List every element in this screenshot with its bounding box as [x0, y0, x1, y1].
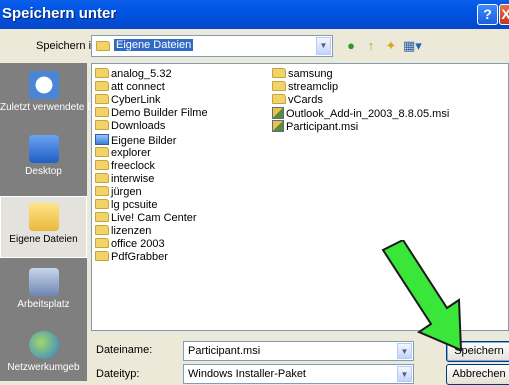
- list-item[interactable]: vCards: [272, 94, 323, 107]
- list-item[interactable]: interwise: [95, 172, 155, 186]
- list-item[interactable]: Demo Builder Filme: [95, 107, 208, 120]
- folder-icon: [95, 146, 109, 157]
- list-item-label: Downloads: [111, 120, 166, 133]
- place-label: Zuletzt verwendete D...: [0, 102, 103, 113]
- new-folder-icon[interactable]: ✦: [382, 38, 400, 54]
- place-label: Netzwerkumgeb: [7, 362, 80, 373]
- clock-icon: [28, 71, 59, 99]
- list-item-label: office 2003: [111, 238, 165, 251]
- list-item-label: vCards: [288, 94, 323, 107]
- folder-icon: [95, 225, 109, 236]
- computer-icon: [28, 268, 59, 296]
- folder-icon: [95, 159, 109, 170]
- list-item[interactable]: Outlook_Add-in_2003_8.8.05.msi: [272, 107, 449, 120]
- list-item-label: jürgen: [111, 185, 142, 198]
- list-item[interactable]: att connect: [95, 81, 165, 94]
- list-item-label: explorer: [111, 146, 151, 159]
- list-item-label: lg pcsuite: [111, 199, 158, 211]
- list-item-label: lizenzen: [111, 225, 152, 238]
- filename-value: Participant.msi: [188, 345, 261, 357]
- list-item[interactable]: freeclock: [95, 159, 156, 173]
- list-item-label: CyberLink: [111, 94, 161, 107]
- folder-icon: [95, 107, 109, 118]
- up-folder-icon[interactable]: ↑: [362, 38, 380, 54]
- folder-icon: [95, 172, 109, 183]
- folder-icon: [272, 81, 286, 92]
- list-item-label: Demo Builder Filme: [111, 107, 208, 120]
- list-item-label: att connect: [111, 81, 165, 94]
- list-item[interactable]: streamclip: [272, 81, 338, 94]
- folder-icon: [95, 81, 109, 92]
- folder-icon: [272, 68, 286, 78]
- list-item[interactable]: office 2003: [95, 238, 165, 251]
- place-recent[interactable]: Zuletzt verwendete D...: [0, 71, 103, 133]
- view-menu-icon[interactable]: ▦▾: [403, 38, 422, 54]
- annotation-arrow-icon: [381, 240, 463, 352]
- list-item[interactable]: jürgen: [95, 185, 142, 199]
- lookin-value: Eigene Dateien: [114, 39, 194, 51]
- list-item[interactable]: CyberLink: [95, 94, 161, 107]
- chevron-down-icon[interactable]: ▼: [397, 366, 412, 382]
- place-label: Desktop: [25, 166, 62, 177]
- list-item[interactable]: lg pcsuite: [95, 199, 157, 212]
- folder-icon: [96, 41, 112, 53]
- back-icon[interactable]: ●: [342, 38, 360, 54]
- filename-label: Dateiname:: [96, 344, 153, 356]
- place-label: Eigene Dateien: [9, 234, 78, 245]
- close-button[interactable]: X: [499, 4, 509, 25]
- list-item[interactable]: Participant.msi: [272, 120, 358, 133]
- window-title: Speichern unter: [2, 5, 117, 22]
- list-item[interactable]: samsung: [272, 68, 333, 81]
- list-item-label: interwise: [111, 172, 155, 185]
- place-label: Arbeitsplatz: [17, 299, 70, 310]
- places-bar: Zuletzt verwendete D... Desktop Eigene D…: [0, 63, 103, 381]
- folder-icon: [272, 94, 286, 105]
- place-network[interactable]: Netzwerkumgeb: [0, 331, 87, 381]
- installer-file-icon: [272, 120, 284, 133]
- title-bar[interactable]: Speichern unter ? X: [0, 0, 509, 29]
- folder-icon: [95, 185, 109, 196]
- folder-icon: [95, 68, 109, 78]
- pictures-folder-icon: [95, 133, 109, 145]
- list-item[interactable]: Live! Cam Center: [95, 212, 197, 225]
- filetype-value: Windows Installer-Paket: [188, 368, 306, 380]
- folder-icon: [95, 120, 109, 131]
- list-item-label: streamclip: [288, 81, 339, 94]
- folder-documents-icon: [28, 203, 59, 231]
- chevron-down-icon[interactable]: ▼: [316, 37, 331, 55]
- lookin-combo[interactable]: Eigene Dateien ▼: [91, 35, 333, 57]
- place-my-documents[interactable]: Eigene Dateien: [0, 196, 87, 258]
- list-item-label: Outlook_Add-in_2003_8.8.05.msi: [286, 108, 450, 121]
- folder-icon: [95, 94, 109, 105]
- network-globe-icon: [28, 331, 59, 359]
- place-desktop[interactable]: Desktop: [0, 135, 87, 189]
- list-item-label: Participant.msi: [286, 121, 359, 134]
- list-item-label: Live! Cam Center: [111, 212, 197, 225]
- installer-file-icon: [272, 107, 284, 120]
- help-button[interactable]: ?: [477, 4, 498, 25]
- list-item-label: freeclock: [111, 159, 156, 172]
- filetype-label: Dateityp:: [96, 368, 140, 380]
- folder-icon: [95, 251, 109, 262]
- desktop-icon: [28, 135, 59, 163]
- list-item[interactable]: lizenzen: [95, 225, 151, 238]
- list-item[interactable]: Eigene Bilder: [95, 133, 177, 147]
- list-item[interactable]: analog_5.32: [95, 68, 172, 81]
- folder-icon: [95, 212, 109, 223]
- folder-icon: [95, 199, 109, 209]
- list-item-label: PdfGrabber: [111, 251, 168, 264]
- list-item[interactable]: PdfGrabber: [95, 251, 168, 264]
- place-my-computer[interactable]: Arbeitsplatz: [0, 268, 87, 322]
- cancel-button[interactable]: Abbrechen: [446, 364, 509, 385]
- list-item-label: Eigene Bilder: [111, 134, 177, 147]
- folder-icon: [95, 238, 109, 249]
- list-item-label: analog_5.32: [111, 68, 172, 80]
- filetype-select[interactable]: Windows Installer-Paket ▼: [183, 364, 414, 384]
- list-item[interactable]: explorer: [95, 146, 151, 160]
- list-item[interactable]: Downloads: [95, 120, 165, 133]
- list-item-label: samsung: [288, 68, 333, 80]
